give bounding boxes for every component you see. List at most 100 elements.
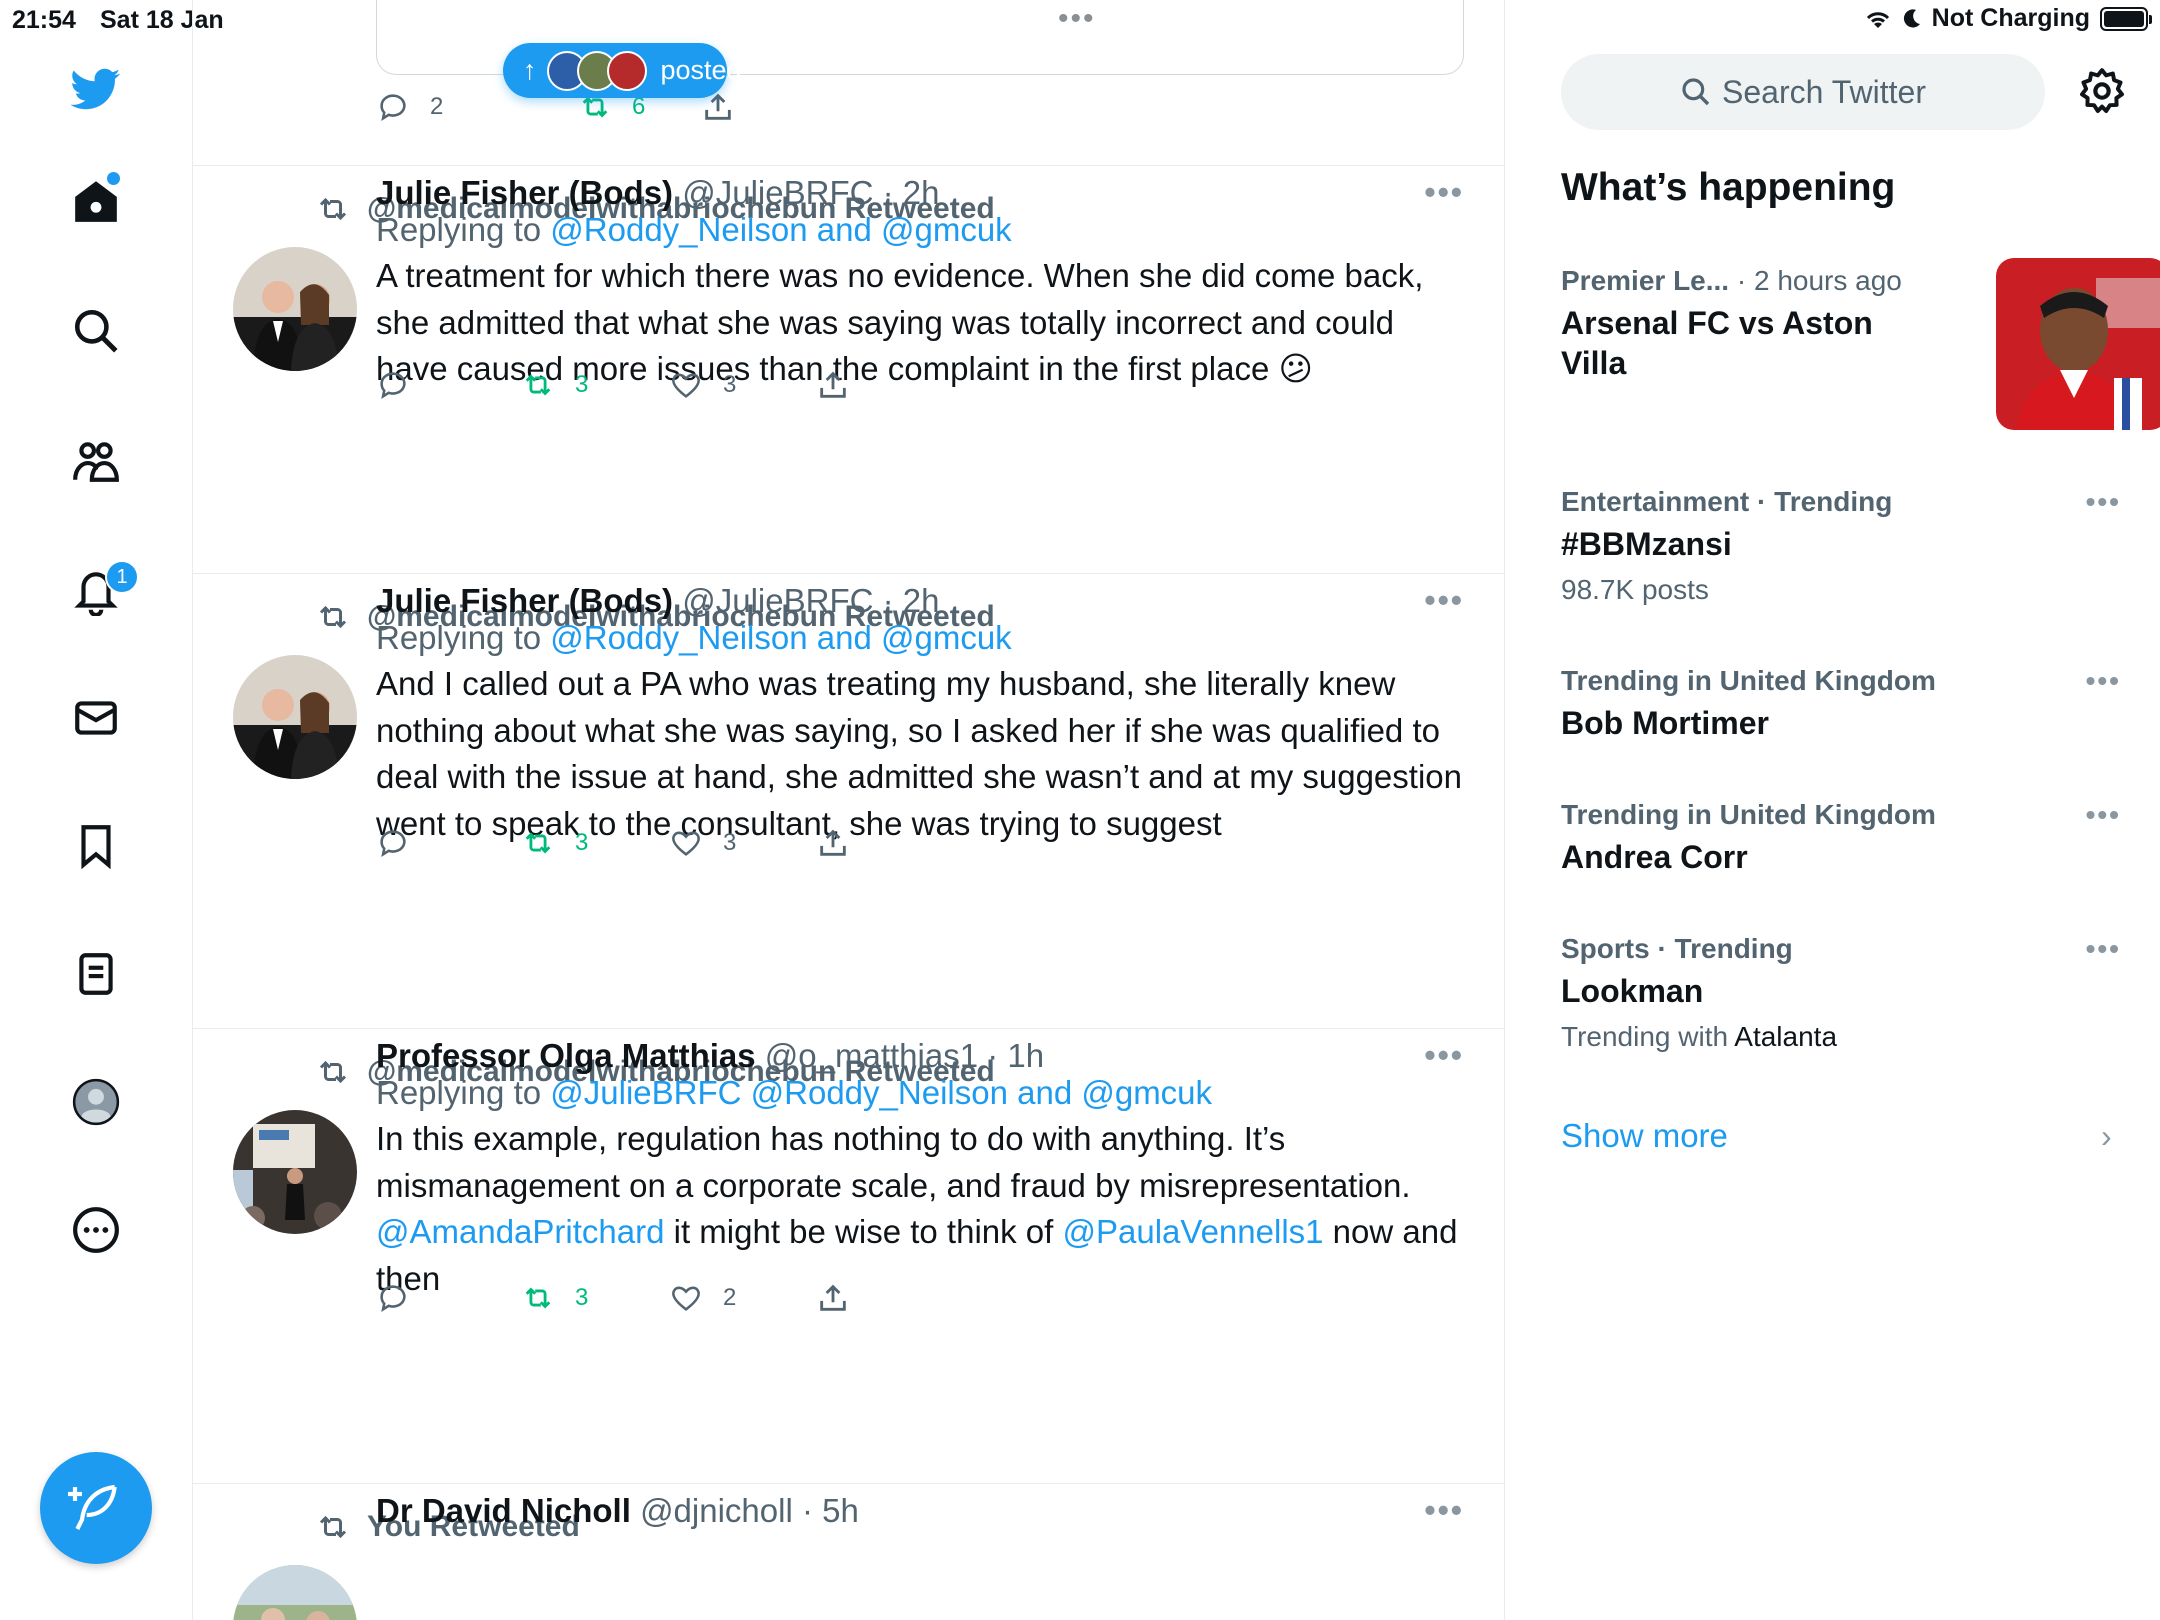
share-button[interactable] [816, 826, 850, 860]
tweet-text: In this example, regulation has nothing … [376, 1116, 1466, 1302]
like-button[interactable]: 3 [669, 826, 736, 860]
compose-tweet-button[interactable] [40, 1452, 152, 1564]
tweet-text-part: it might be wise to think of [664, 1213, 1063, 1250]
trend-item[interactable]: Premier Le... · 2 hours ago Arsenal FC v… [1561, 258, 2160, 445]
tweet-author-line[interactable]: Dr David Nicholl @djnicholl · 5h [376, 1492, 859, 1530]
share-icon [820, 1284, 846, 1311]
tweet[interactable]: @medicalmodelwithabriochebun Retweeted J… [193, 574, 1504, 1029]
gear-icon[interactable] [2077, 66, 2127, 116]
list-icon[interactable] [65, 943, 127, 1005]
right-sidebar: Search Twitter What’s happening Premier … [1505, 0, 2160, 1620]
author-display-name[interactable]: Julie Fisher (Bods) [376, 582, 673, 619]
communities-icon[interactable] [65, 430, 127, 492]
more-options-icon[interactable]: ••• [1424, 1492, 1464, 1529]
more-options-icon[interactable]: ••• [2086, 665, 2121, 697]
author-handle[interactable]: @JulieBRFC [682, 174, 873, 211]
tweet-time[interactable]: 5h [822, 1492, 859, 1529]
avatar[interactable] [233, 1110, 357, 1234]
tweet-time[interactable]: 2h [903, 582, 940, 619]
share-icon [820, 371, 846, 398]
tweet-time[interactable]: 2h [903, 174, 940, 211]
reply-button[interactable]: 2 [376, 90, 443, 124]
tweet[interactable]: @medicalmodelwithabriochebun Retweeted J… [193, 166, 1504, 574]
mention-link[interactable]: @AmandaPritchard [376, 1213, 664, 1250]
retweet-count: 3 [575, 1284, 589, 1311]
show-more-link[interactable]: Show more [1561, 1117, 1728, 1155]
replying-to-links[interactable]: @JulieBRFC @Roddy_Neilson and @gmcuk [550, 1074, 1212, 1111]
tweet-author-line[interactable]: Julie Fisher (Bods) @JulieBRFC · 2h [376, 582, 939, 620]
retweet-button[interactable]: 3 [521, 1281, 588, 1315]
timeline: 2 6 @medicalmodelwithabriochebun Retweet… [193, 0, 1505, 1620]
trend-category: Trending in United Kingdom [1561, 799, 1936, 830]
heart-icon [672, 1286, 700, 1311]
trend-title: #BBMzansi [1561, 526, 1732, 562]
trend-title: Arsenal FC vs Aston Villa [1561, 305, 1873, 381]
search-bar[interactable]: Search Twitter [1561, 54, 2045, 130]
compose-feather-icon [68, 1484, 117, 1530]
reply-button[interactable] [376, 826, 410, 860]
like-button[interactable]: 2 [669, 1281, 736, 1315]
author-display-name[interactable]: Julie Fisher (Bods) [376, 174, 673, 211]
like-button[interactable]: 3 [669, 368, 736, 402]
replying-to: Replying to @Roddy_Neilson and @gmcuk [376, 211, 1012, 249]
retweet-button[interactable]: 3 [521, 368, 588, 402]
envelope-icon[interactable] [65, 687, 127, 749]
tweet-time[interactable]: 1h [1007, 1037, 1044, 1074]
author-handle[interactable]: @djnicholl [640, 1492, 793, 1529]
pill-avatars [546, 50, 647, 91]
more-options-icon[interactable]: ••• [2086, 933, 2121, 965]
share-button[interactable] [816, 1281, 850, 1315]
trend-title: Andrea Corr [1561, 839, 1748, 875]
search-icon[interactable] [65, 300, 127, 362]
retweet-icon [525, 374, 551, 396]
trend-category: Entertainment · Trending [1561, 486, 1893, 517]
more-options-icon[interactable]: ••• [2086, 486, 2121, 518]
separator-dot: · [978, 1037, 1008, 1074]
avatar[interactable] [233, 247, 357, 371]
avatar[interactable] [233, 1565, 357, 1620]
author-handle[interactable]: @o_matthias1 [765, 1037, 978, 1074]
author-display-name[interactable]: Dr David Nicholl [376, 1492, 631, 1529]
trend-item[interactable]: Entertainment · Trending #BBMzansi 98.7K… [1561, 486, 2121, 606]
replying-to-label: Replying to [376, 1074, 542, 1111]
avatar[interactable] [233, 655, 357, 779]
home-icon[interactable] [65, 170, 127, 232]
mention-link[interactable]: @PaulaVennells1 [1062, 1213, 1323, 1250]
tweet[interactable]: @medicalmodelwithabriochebun Retweeted P… [193, 1029, 1504, 1484]
trend-related-entity[interactable]: Atalanta [1734, 1021, 1837, 1052]
tweet-author-line[interactable]: Julie Fisher (Bods) @JulieBRFC · 2h [376, 174, 939, 212]
reply-button[interactable] [376, 1281, 410, 1315]
tweet-actions: 2 6 [193, 90, 1504, 140]
new-posts-pill[interactable]: ↑ posted [503, 43, 742, 98]
notifications-bell-icon[interactable]: 1 [65, 560, 139, 622]
more-circle-icon[interactable] [65, 1199, 127, 1261]
share-icon [820, 829, 846, 856]
trend-category: Trending in United Kingdom [1561, 665, 1936, 696]
profile-avatar-icon[interactable] [65, 1071, 127, 1133]
trend-item[interactable]: Trending in United Kingdom Andrea Corr •… [1561, 799, 2121, 877]
retweet-button[interactable]: 3 [521, 826, 588, 860]
trend-title: Bob Mortimer [1561, 705, 1769, 741]
tweet-author-line[interactable]: Professor Olga Matthias @o_matthias1 · 1… [376, 1037, 1044, 1075]
chevron-right-icon: › [2101, 1118, 2112, 1154]
twitter-bird-icon[interactable] [65, 58, 127, 120]
trend-item[interactable]: Sports · Trending Lookman Trending with … [1561, 933, 2121, 1053]
trend-post-count: 98.7K posts [1561, 574, 1709, 605]
reply-button[interactable] [376, 368, 410, 402]
share-button[interactable] [816, 368, 850, 402]
author-display-name[interactable]: Professor Olga Matthias [376, 1037, 756, 1074]
more-options-icon[interactable]: ••• [1424, 174, 1464, 211]
replying-to-links[interactable]: @Roddy_Neilson and @gmcuk [550, 619, 1011, 656]
more-options-icon[interactable]: ••• [2086, 799, 2121, 831]
replying-to-links[interactable]: @Roddy_Neilson and @gmcuk [550, 211, 1011, 248]
tweet[interactable]: You Retweeted Dr David Nicholl @djnichol… [193, 1484, 1504, 1620]
heart-icon [672, 831, 700, 856]
separator-dot: · [792, 1492, 823, 1529]
like-count: 3 [723, 829, 737, 856]
more-options-icon[interactable]: ••• [1424, 1037, 1464, 1074]
more-options-icon[interactable]: ••• [1424, 582, 1464, 619]
bookmark-icon[interactable] [65, 815, 127, 877]
author-handle[interactable]: @JulieBRFC [682, 582, 873, 619]
like-count: 2 [723, 1284, 737, 1311]
trend-item[interactable]: Trending in United Kingdom Bob Mortimer … [1561, 665, 2121, 743]
